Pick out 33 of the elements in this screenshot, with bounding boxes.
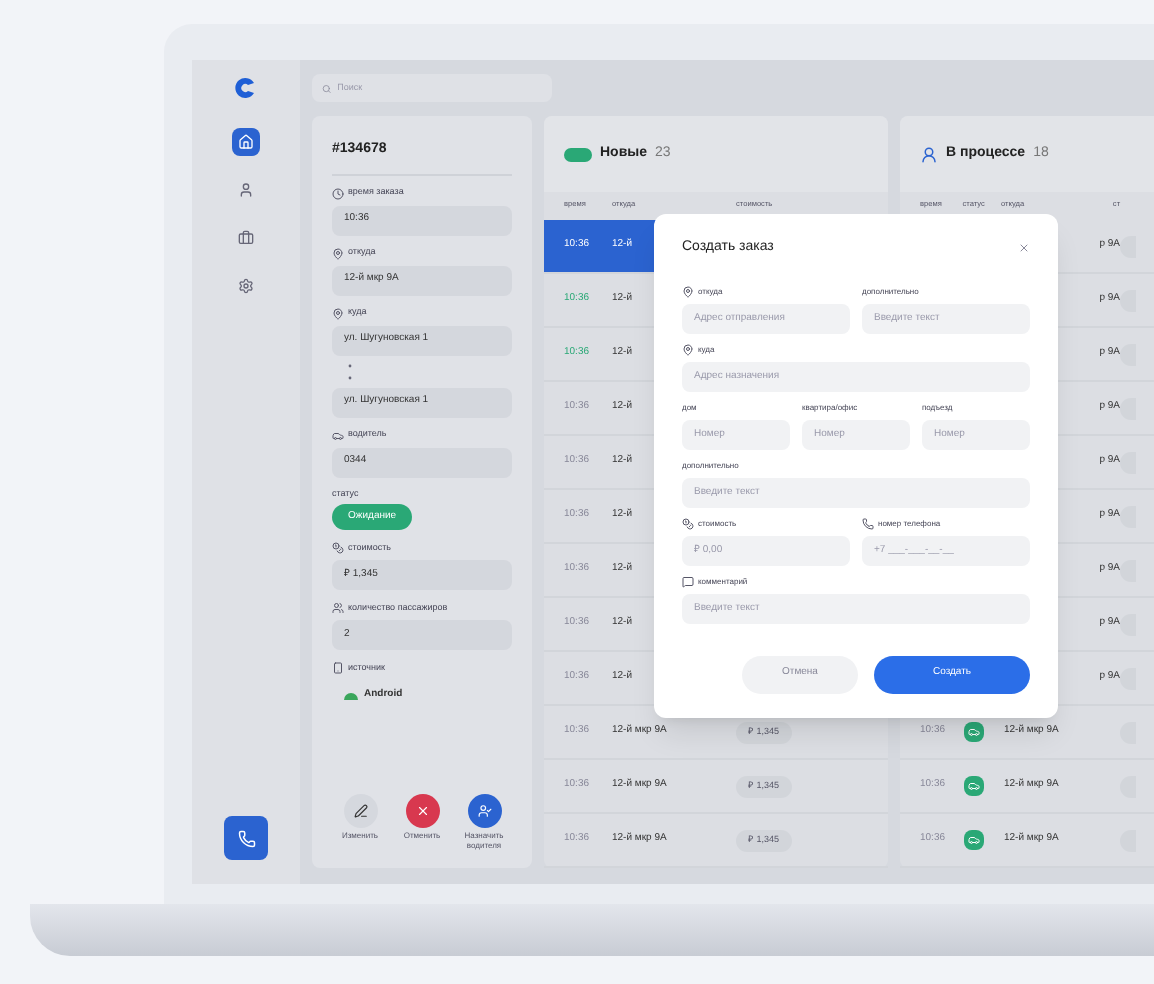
chat-icon — [682, 575, 694, 587]
clock-icon — [332, 187, 344, 199]
phone-icon — [237, 829, 255, 847]
new-tag-icon — [564, 147, 592, 161]
car-status-icon — [964, 722, 984, 742]
home-icon — [238, 134, 254, 150]
action-button[interactable] — [343, 794, 377, 829]
close-icon — [415, 804, 429, 819]
logo-icon — [234, 76, 258, 100]
close-button[interactable] — [1018, 242, 1030, 255]
briefcase-icon — [238, 230, 254, 246]
person-icon — [920, 145, 938, 163]
people-icon — [332, 602, 344, 614]
search-icon — [322, 83, 332, 93]
user-icon — [238, 182, 254, 198]
user-check-icon — [477, 804, 491, 819]
sidebar-item[interactable] — [232, 128, 260, 156]
pin-icon — [332, 307, 344, 319]
action-button[interactable] — [405, 794, 439, 829]
coins-icon — [682, 517, 694, 529]
car-icon — [332, 429, 344, 441]
coins-icon — [332, 542, 344, 554]
pin-icon — [682, 343, 694, 355]
car-status-icon — [964, 830, 984, 850]
action-button[interactable] — [467, 794, 501, 829]
pen-icon — [353, 804, 367, 819]
pin-icon — [682, 285, 694, 297]
settings-icon — [238, 278, 254, 294]
pin-icon — [332, 247, 344, 259]
call-button[interactable] — [224, 816, 268, 860]
phone-icon — [862, 517, 874, 529]
phone-icon — [332, 662, 344, 674]
car-status-icon — [964, 776, 984, 796]
